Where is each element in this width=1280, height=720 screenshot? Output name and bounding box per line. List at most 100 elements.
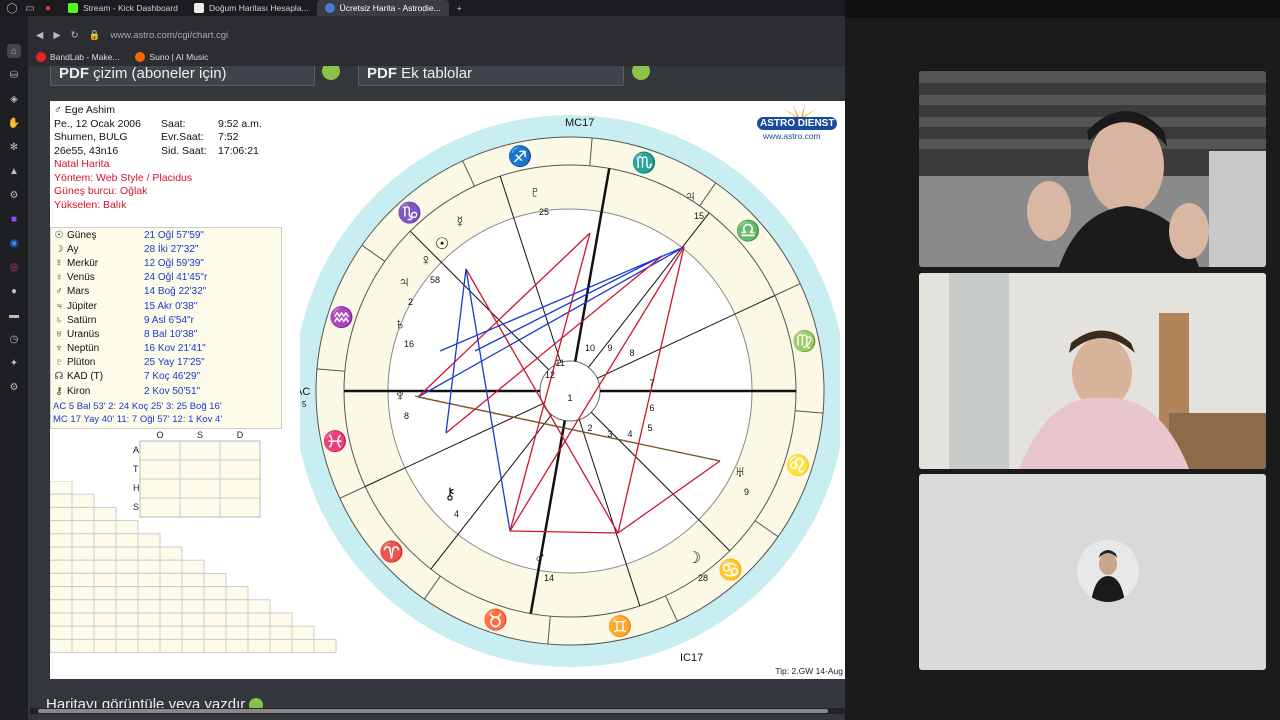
house-number: 1	[567, 393, 572, 403]
reload-icon[interactable]: ↻	[71, 30, 79, 41]
planet-position: 21 Oğl 57'59"	[144, 229, 204, 241]
chatgpt-icon[interactable]: ⚙	[7, 188, 21, 202]
aspect-cell	[159, 559, 183, 574]
tab-astrodienst[interactable]: Ücretsiz Harita - Astrodie...	[316, 0, 449, 16]
aspect-cell	[115, 599, 139, 614]
planet-glyph-icon: ♅	[734, 464, 746, 481]
tab-strip: ◯ ▭ ● Stream - Kick Dashboard Doğum Hari…	[0, 0, 845, 16]
history-icon[interactable]: ◷	[7, 332, 21, 346]
aspect-cell	[50, 599, 73, 614]
planet-name: Satürn	[67, 314, 97, 326]
aspect-cell	[93, 625, 117, 640]
aspect-cell	[115, 533, 139, 548]
hand-icon[interactable]: ✋	[7, 116, 21, 130]
opera-red-icon[interactable]: ●	[42, 2, 54, 14]
lock-icon: 🔒	[88, 29, 101, 41]
participant-video-1[interactable]	[919, 71, 1266, 267]
planet-row: ♇ Plüton 25 Yay 17'25"	[51, 356, 281, 370]
snowflake-icon[interactable]: ✻	[7, 140, 21, 154]
planet-row: ☿ Merkür 12 Oğl 59'39"	[51, 256, 281, 270]
aspect-cell	[115, 572, 139, 588]
planet-row: ⚷ Kiron 2 Kov 50'51"	[51, 384, 281, 398]
pdf-tables-button[interactable]: PDF Ek tablolar	[358, 66, 624, 86]
instagram-icon[interactable]: ◎	[7, 260, 21, 274]
house-number: 7	[649, 378, 654, 388]
planet-glyph-icon: ♆	[394, 388, 406, 405]
planet-glyph-icon: ♃	[398, 274, 410, 291]
aspect-cell	[203, 638, 227, 654]
sid-label: Sid. Saat:	[161, 144, 207, 157]
aspect-cell	[159, 546, 183, 561]
browser-window: ◯ ▭ ● Stream - Kick Dashboard Doğum Hari…	[0, 0, 845, 720]
planet-row: ♅ Uranüs 8 Bal 10'38"	[51, 327, 281, 341]
video-call-area	[845, 0, 1280, 720]
planet-symbol-icon: ♇	[55, 357, 63, 369]
home-icon[interactable]: ⌂	[7, 44, 21, 58]
planet-symbol-icon: ☉	[54, 229, 64, 241]
planet-name: Kiron	[67, 385, 91, 397]
aspect-cell	[137, 638, 161, 654]
aspect-cell	[181, 586, 205, 601]
crypto-icon[interactable]: ⛁	[7, 68, 21, 82]
planet-glyph-icon: ♂	[534, 550, 546, 567]
pdf-drawing-button[interactable]: PDF çizim (aboneler için)	[50, 66, 315, 86]
forward-icon[interactable]: ▶	[53, 30, 60, 41]
saat-value: 9:52 a.m.	[218, 117, 262, 130]
aspect-cell	[71, 572, 95, 588]
tab-dogum[interactable]: Doğum Haritası Hesapla...	[186, 0, 317, 16]
scrollbar-thumb[interactable]	[38, 709, 828, 713]
aspect-cell	[247, 638, 271, 654]
planet-position: 8 Bal 10'38"	[144, 328, 198, 340]
back-icon[interactable]: ◀	[36, 30, 43, 41]
participant-video-3[interactable]	[919, 474, 1266, 670]
download-icon[interactable]	[322, 66, 340, 80]
planet-glyph-icon: ☿	[454, 214, 466, 231]
workspaces-icon[interactable]: ▭	[24, 2, 36, 14]
opera-logo-icon[interactable]: ◯	[6, 2, 18, 14]
aspect-cell	[93, 572, 117, 588]
house-number: 2	[587, 423, 592, 433]
chart-tip: Tip: 2.GW 14-Aug	[775, 666, 843, 676]
aspect-cell	[50, 546, 73, 561]
planet-symbol-icon: ☽	[54, 243, 64, 255]
settings-icon[interactable]: ⚙	[7, 380, 21, 394]
aspect-cell	[115, 559, 139, 574]
pdf-label: Ek tablolar	[401, 66, 473, 82]
tab-label: Doğum Haritası Hesapla...	[208, 3, 309, 13]
aria-icon[interactable]: ◈	[7, 92, 21, 106]
new-tab-button[interactable]: +	[449, 0, 470, 16]
messenger-icon[interactable]: ◉	[7, 236, 21, 250]
row-a: A	[133, 445, 139, 455]
tab-kick[interactable]: Stream - Kick Dashboard	[60, 0, 186, 16]
download-icon[interactable]	[632, 66, 650, 80]
planet-glyph-icon: ☽	[687, 550, 701, 567]
aspect-cell	[137, 625, 161, 640]
horizontal-scrollbar[interactable]	[30, 708, 845, 714]
extensions-icon[interactable]: ✦	[7, 356, 21, 370]
aspect-cell	[50, 481, 73, 495]
planet-row: ☉ Güneş 21 Oğl 57'59"	[51, 228, 281, 242]
aspect-cell	[93, 506, 117, 522]
bookmark-bandlab[interactable]: BandLab - Make...	[36, 52, 119, 62]
music-icon[interactable]: ●	[7, 284, 21, 298]
aspect-cell	[71, 493, 95, 508]
zodiac-sign-icon: ♑	[397, 201, 422, 225]
url-field[interactable]: www.astro.com/cgi/chart.cgi	[110, 30, 228, 41]
aspect-cell	[159, 638, 183, 654]
ai-icon[interactable]: ▲	[7, 164, 21, 178]
planet-degree: 2	[408, 297, 413, 307]
participant-video-2[interactable]	[919, 273, 1266, 469]
twitch-icon[interactable]: ■	[7, 212, 21, 226]
planet-name: Güneş	[67, 229, 97, 241]
bookmark-label: Suno | AI Music	[149, 52, 209, 62]
bookmark-suno[interactable]: Suno | AI Music	[135, 52, 208, 62]
zodiac-sign-icon: ♉	[483, 607, 508, 631]
suno-icon	[135, 52, 146, 62]
planet-degree: 25	[539, 207, 549, 217]
participant-avatar	[1077, 540, 1139, 602]
birth-date: Pe., 12 Ocak 2006	[54, 117, 141, 130]
wallet-icon[interactable]: ▬	[7, 308, 21, 322]
aspect-cell	[247, 612, 271, 627]
zodiac-sign-icon: ♒	[329, 305, 354, 329]
aspect-cell	[181, 638, 205, 654]
